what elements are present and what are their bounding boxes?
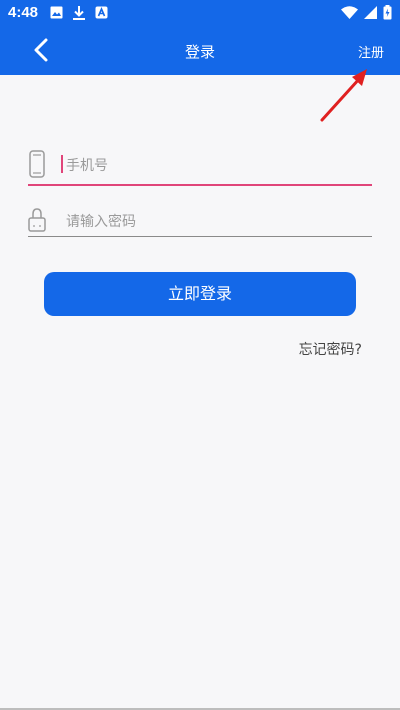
image-icon <box>50 6 63 19</box>
status-system-icons <box>341 5 392 20</box>
download-icon <box>73 6 85 20</box>
status-bar: 4:48 <box>0 0 400 26</box>
register-link[interactable]: 注册 <box>358 42 384 61</box>
status-notification-icons <box>50 6 108 20</box>
text-cursor <box>61 155 63 173</box>
lock-icon <box>28 208 46 232</box>
phone-icon <box>29 150 45 178</box>
annotation-arrow-icon <box>320 69 367 122</box>
password-input[interactable] <box>64 210 368 234</box>
login-button[interactable]: 立即登录 <box>44 272 356 316</box>
phone-input[interactable] <box>64 154 368 178</box>
app-notification-icon <box>95 6 108 19</box>
wifi-icon <box>341 6 358 19</box>
phone-field[interactable] <box>28 148 372 186</box>
signal-icon <box>364 6 377 19</box>
forgot-password-link[interactable]: 忘记密码? <box>299 339 362 359</box>
status-time: 4:48 <box>8 4 39 21</box>
battery-icon <box>383 5 392 20</box>
page-title: 登录 <box>184 43 215 61</box>
password-field[interactable] <box>28 204 372 237</box>
